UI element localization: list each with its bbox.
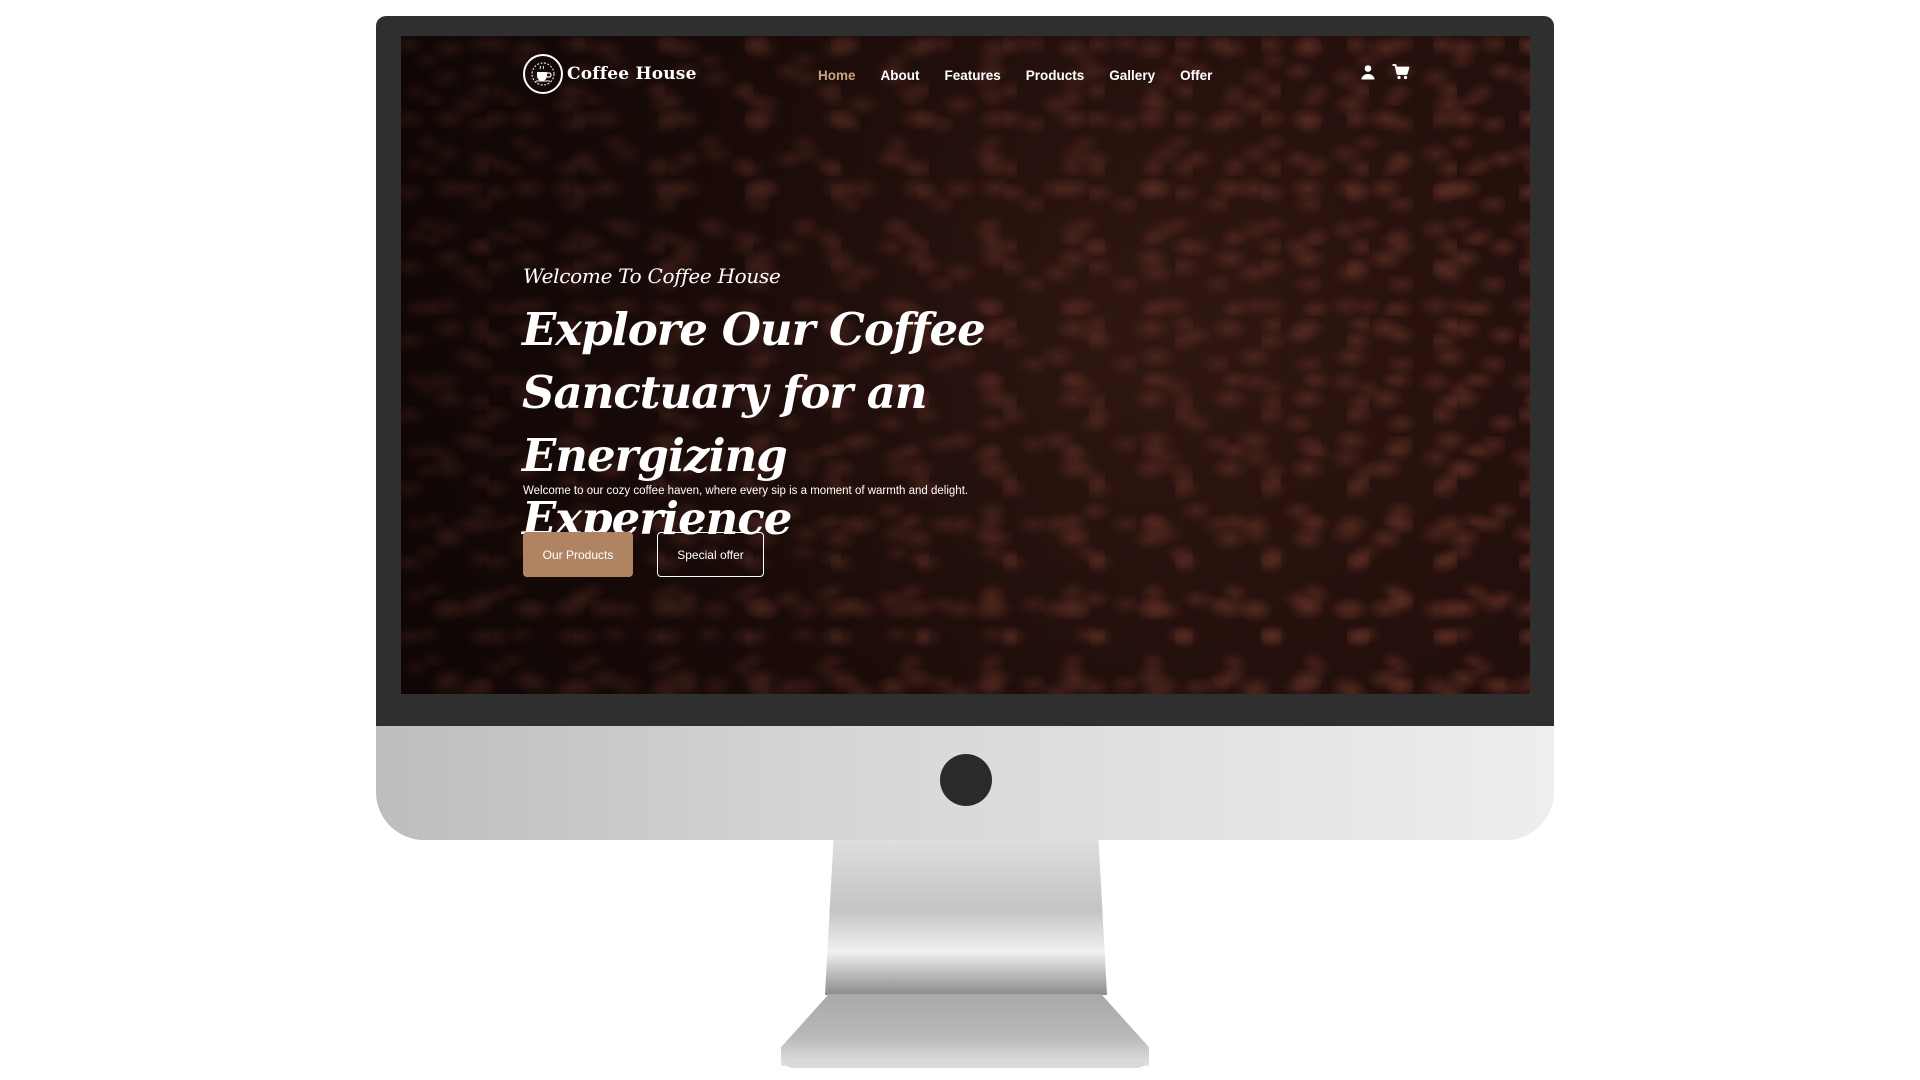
coffee-cup-badge-icon [523, 54, 563, 94]
user-icon[interactable] [1360, 64, 1376, 84]
nav-gallery[interactable]: Gallery [1109, 68, 1155, 83]
hero-subtitle: Welcome to our cozy coffee haven, where … [523, 485, 969, 497]
special-offer-button[interactable]: Special offer [657, 532, 764, 577]
website-screen: Coffee House Home About Features Product… [401, 36, 1530, 694]
cart-icon[interactable] [1392, 64, 1410, 84]
nav-products[interactable]: Products [1026, 68, 1085, 83]
nav-home[interactable]: Home [818, 68, 856, 83]
hero-title: Explore Our Coffee Sanctuary for an Ener… [522, 298, 1042, 550]
brand-name: Coffee House [567, 64, 697, 84]
nav-icon-group [1360, 64, 1410, 84]
main-nav: Home About Features Products Gallery Off… [818, 68, 1212, 83]
our-products-button[interactable]: Our Products [523, 532, 633, 577]
nav-features[interactable]: Features [945, 68, 1001, 83]
hero-title-line: Explore Our Coffee [522, 303, 986, 356]
site-logo[interactable]: Coffee House [523, 54, 697, 94]
hero-eyebrow: Welcome To Coffee House [523, 264, 781, 288]
monitor-stand-neck [825, 840, 1107, 995]
hero-title-line: Sanctuary for an [522, 366, 928, 419]
nav-offer[interactable]: Offer [1180, 68, 1212, 83]
nav-about[interactable]: About [881, 68, 920, 83]
monitor-stand-foot [783, 1058, 1147, 1068]
monitor-stand-base [781, 994, 1149, 1066]
monitor-logo-dot [940, 754, 992, 806]
